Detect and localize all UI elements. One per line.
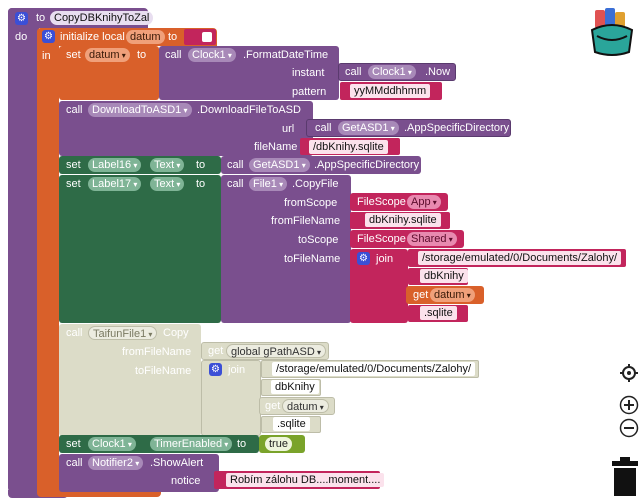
gear-icon[interactable]: ⚙ [209, 363, 222, 376]
gear-icon[interactable]: ⚙ [357, 252, 370, 265]
from-scope-dropdown[interactable]: App [407, 195, 441, 209]
set-label: set [66, 49, 81, 61]
join-item-ext[interactable]: .sqlite [420, 306, 457, 320]
clock-component-dropdown[interactable]: Clock1 [88, 437, 136, 451]
from-scope-label: fromScope [284, 197, 338, 209]
call-label: call [227, 159, 244, 171]
join-item-ext[interactable]: .sqlite [273, 417, 310, 431]
instant-label: instant [292, 67, 325, 79]
join-label: join [376, 253, 394, 265]
file-component-dropdown[interactable]: File1 [249, 177, 288, 191]
label16-dropdown[interactable]: Label16 [88, 158, 142, 172]
label17-dropdown[interactable]: Label17 [88, 177, 142, 191]
text-prop-dropdown[interactable]: Text [150, 177, 185, 191]
call-label: call [66, 104, 83, 116]
true-dropdown[interactable]: true [265, 437, 292, 451]
set-label: set [66, 438, 81, 450]
text-prop-dropdown[interactable]: Text [150, 158, 185, 172]
filename-string-value[interactable]: /dbKnihy.sqlite [309, 140, 388, 154]
call-label: call [227, 178, 244, 190]
get-label: get [208, 345, 224, 357]
join-item-dbknihy[interactable]: dbKnihy [271, 380, 319, 394]
zoom-in-icon[interactable] [619, 395, 639, 415]
gear-icon[interactable]: ⚙ [42, 30, 55, 43]
call-label: call [66, 327, 83, 339]
from-filename-label: fromFileName [271, 215, 341, 227]
set-label17-block[interactable] [59, 175, 221, 323]
procedure-to-label: to [36, 12, 46, 24]
filescope-label: FileScope [357, 196, 406, 208]
to-filename-label: toFileName [284, 253, 341, 265]
notice-label: notice [171, 475, 201, 487]
backpack-icon[interactable] [589, 6, 635, 58]
call-label: call [345, 66, 362, 78]
join-item-path[interactable]: /storage/emulated/0/Documents/Zalohy/ [272, 362, 476, 376]
from-filename-label: fromFileName [122, 346, 192, 358]
url-label: url [282, 123, 295, 135]
gear-icon[interactable]: ⚙ [15, 12, 28, 25]
notifier-component-dropdown[interactable]: Notifier2 [88, 456, 144, 470]
to-scope-label: toScope [298, 234, 339, 246]
set-var-dropdown[interactable]: datum [85, 48, 130, 62]
local-var-name[interactable]: datum [126, 30, 165, 44]
format-datetime-method: .FormatDateTime [243, 49, 329, 61]
initialize-local-block[interactable] [37, 28, 59, 496]
pattern-label: pattern [292, 86, 327, 98]
procedure-block[interactable] [8, 8, 39, 492]
call-label: call [315, 122, 332, 134]
to-scope-dropdown[interactable]: Shared [407, 232, 457, 246]
asd-method: .AppSpecificDirectory [404, 122, 510, 134]
global-var-dropdown[interactable]: global gPathASD [226, 344, 327, 358]
notice-string-value[interactable]: Robím zálohu DB....moment.... [226, 473, 385, 487]
set-to-label: to [137, 49, 147, 61]
clock-component-dropdown[interactable]: Clock1 [368, 65, 416, 79]
get-var-dropdown[interactable]: datum [430, 288, 475, 302]
empty-string-value[interactable] [202, 32, 212, 42]
call-label: call [66, 457, 83, 469]
timer-enabled-dropdown[interactable]: TimerEnabled [150, 437, 233, 451]
to-filename-label: toFileName [135, 365, 192, 377]
taifun-method: Copy [163, 327, 189, 339]
download-component-dropdown[interactable]: DownloadToASD1 [88, 103, 192, 117]
taifun-component-dropdown[interactable]: TaifunFile1 [88, 326, 158, 340]
set-to-label: to [196, 178, 206, 190]
target-icon[interactable] [619, 363, 639, 383]
trash-icon[interactable] [610, 456, 640, 496]
set-label: set [66, 159, 81, 171]
filescope-label: FileScope [357, 233, 406, 245]
initialize-local-in: in [42, 50, 51, 62]
set-to-label: to [196, 159, 206, 171]
join-item-path[interactable]: /storage/emulated/0/Documents/Zalohy/ [418, 251, 622, 265]
join-item-dbknihy[interactable]: dbKnihy [420, 269, 468, 283]
procedure-do-label: do [15, 31, 28, 43]
asd-component-dropdown[interactable]: GetASD1 [338, 121, 399, 135]
filename-label: fileName [254, 141, 298, 153]
asd-method: .AppSpecificDirectory [314, 159, 420, 171]
download-method: .DownloadFileToASD [197, 104, 301, 116]
get-var-dropdown[interactable]: datum [282, 399, 329, 413]
asd-component-dropdown[interactable]: GetASD1 [249, 158, 310, 172]
call-label: call [165, 49, 182, 61]
show-alert-method: .ShowAlert [150, 457, 204, 469]
initialize-local-to: to [168, 31, 178, 43]
copyfile-method: .CopyFile [292, 178, 339, 190]
procedure-name-field[interactable]: CopyDBKnihyToZal [50, 11, 154, 25]
initialize-local-label: initialize local [60, 31, 125, 43]
clock-component-dropdown[interactable]: Clock1 [188, 48, 236, 62]
get-label: get [413, 289, 429, 301]
from-filename-value[interactable]: dbKnihy.sqlite [365, 213, 441, 227]
get-label: get [265, 400, 281, 412]
zoom-out-icon[interactable] [619, 418, 639, 438]
now-method: .Now [425, 66, 451, 78]
join-label: join [228, 364, 246, 376]
set-label: set [66, 178, 81, 190]
set-to-label: to [237, 438, 247, 450]
pattern-string-value[interactable]: yyMMddhhmm [350, 84, 431, 98]
